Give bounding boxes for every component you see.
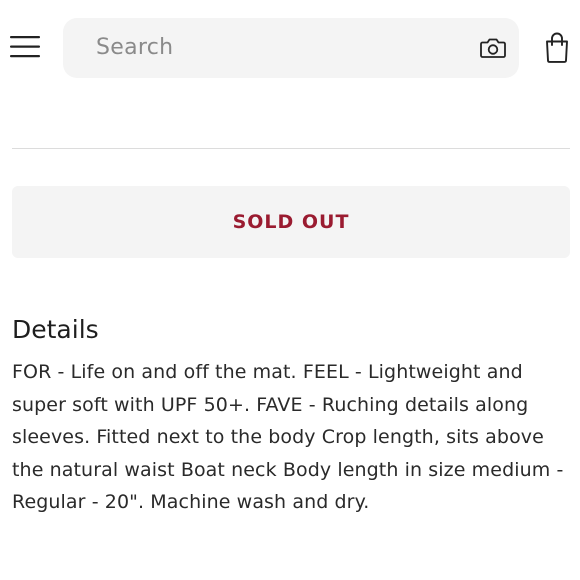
section-divider bbox=[12, 148, 570, 149]
shopping-bag-button[interactable] bbox=[544, 31, 570, 63]
details-description: FOR - Life on and off the mat. FEEL - Li… bbox=[12, 361, 564, 513]
product-page: Search SOLD OUT Details FOR - Life on an… bbox=[0, 0, 580, 580]
sold-out-label: SOLD OUT bbox=[232, 211, 350, 233]
details-heading: Details bbox=[12, 315, 99, 344]
menu-button[interactable] bbox=[10, 36, 40, 58]
search-placeholder: Search bbox=[96, 35, 174, 60]
visual-search-button[interactable] bbox=[480, 37, 506, 59]
shopping-bag-icon bbox=[546, 32, 568, 63]
hamburger-menu-icon bbox=[10, 36, 40, 58]
sold-out-button[interactable]: SOLD OUT bbox=[12, 186, 570, 258]
search-input[interactable]: Search bbox=[63, 18, 519, 78]
top-header: Search bbox=[0, 0, 580, 96]
camera-icon bbox=[480, 38, 506, 58]
